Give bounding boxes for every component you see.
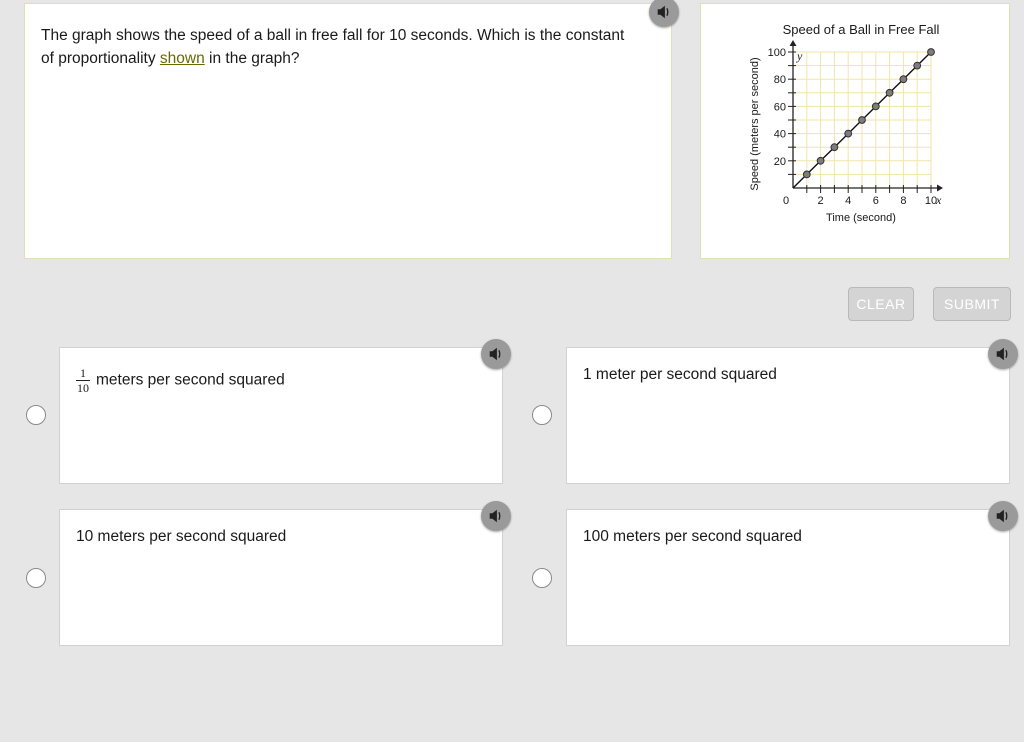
- speaker-icon-choice-a[interactable]: [481, 339, 511, 369]
- data-point: [802, 170, 811, 179]
- y-tick-label: 60: [774, 101, 786, 113]
- data-point: [885, 88, 894, 97]
- choice-a[interactable]: 1 10 meters per second squared: [59, 347, 503, 484]
- data-point: [844, 129, 853, 138]
- submit-button[interactable]: SUBMIT: [933, 287, 1011, 321]
- radio-choice-c[interactable]: [26, 568, 46, 588]
- clear-button[interactable]: CLEAR: [848, 287, 914, 321]
- data-point: [858, 116, 866, 124]
- x-tick-label: 4: [845, 195, 851, 207]
- speaker-icon: [996, 509, 1008, 523]
- y-axis-title: Speed (meters per second): [749, 57, 761, 190]
- x-tick-label: 6: [873, 195, 879, 207]
- x-tick-label: 2: [818, 195, 824, 207]
- y-tick-label: 80: [774, 74, 786, 86]
- graph-panel: 2 4 6 8 10 20 40 60 80 100 Speed of a Ball in Fre…: [700, 3, 1010, 259]
- radio-choice-d[interactable]: [532, 568, 552, 588]
- speaker-icon: [489, 509, 501, 523]
- radio-choice-b[interactable]: [532, 405, 552, 425]
- fraction-numerator: 1: [80, 366, 86, 380]
- y-tick-label: 20: [774, 156, 786, 168]
- y-tick-label: 40: [774, 129, 786, 141]
- speaker-icon: [657, 5, 669, 19]
- question-text: The graph shows the speed of a ball in f…: [41, 24, 641, 70]
- choice-b[interactable]: 1 meter per second squared: [566, 347, 1010, 484]
- speaker-icon-question[interactable]: [649, 0, 679, 27]
- data-point: [871, 102, 880, 111]
- question-text-part1: The graph shows the speed of a ball in f…: [41, 27, 625, 67]
- speaker-icon: [996, 347, 1008, 361]
- data-point: [816, 156, 825, 165]
- speaker-icon-choice-c[interactable]: [481, 501, 511, 531]
- radio-choice-a[interactable]: [26, 405, 46, 425]
- x-axis-arrow: [937, 184, 943, 192]
- choice-a-text: meters per second squared: [96, 371, 285, 389]
- choice-d-label: 100 meters per second squared: [583, 528, 802, 545]
- fraction: 1 10: [76, 367, 90, 394]
- y-tick-label: 100: [768, 47, 786, 59]
- y-axis-arrow: [789, 40, 797, 46]
- x-tick-label: 8: [900, 195, 906, 207]
- choice-a-label: 1 10 meters per second squared: [76, 367, 285, 394]
- choice-b-label: 1 meter per second squared: [583, 366, 777, 383]
- question-text-part2: in the graph?: [204, 50, 300, 67]
- speaker-icon-choice-d[interactable]: [988, 501, 1018, 531]
- fraction-denominator: 10: [77, 381, 89, 395]
- data-point: [913, 61, 922, 70]
- question-panel: The graph shows the speed of a ball in f…: [24, 3, 672, 259]
- choice-d[interactable]: 100 meters per second squared: [566, 509, 1010, 646]
- speed-chart: 2 4 6 8 1020406080100 Speed of a Ball in Fre…: [749, 22, 943, 224]
- glossary-link-shown[interactable]: shown: [160, 50, 205, 67]
- x-axis-title: Time (second): [826, 212, 896, 224]
- choice-c[interactable]: 10 meters per second squared: [59, 509, 503, 646]
- choice-c-label: 10 meters per second squared: [76, 528, 287, 545]
- speaker-icon: [489, 347, 501, 361]
- origin-label: 0: [783, 195, 789, 207]
- y-axis-symbol: y: [796, 49, 803, 63]
- x-axis-symbol: x: [935, 193, 942, 207]
- data-point: [830, 143, 839, 152]
- chart-title: Speed of a Ball in Free Fall: [783, 22, 940, 37]
- data-point: [899, 75, 908, 84]
- data-point: [927, 48, 935, 56]
- speaker-icon-choice-b[interactable]: [988, 339, 1018, 369]
